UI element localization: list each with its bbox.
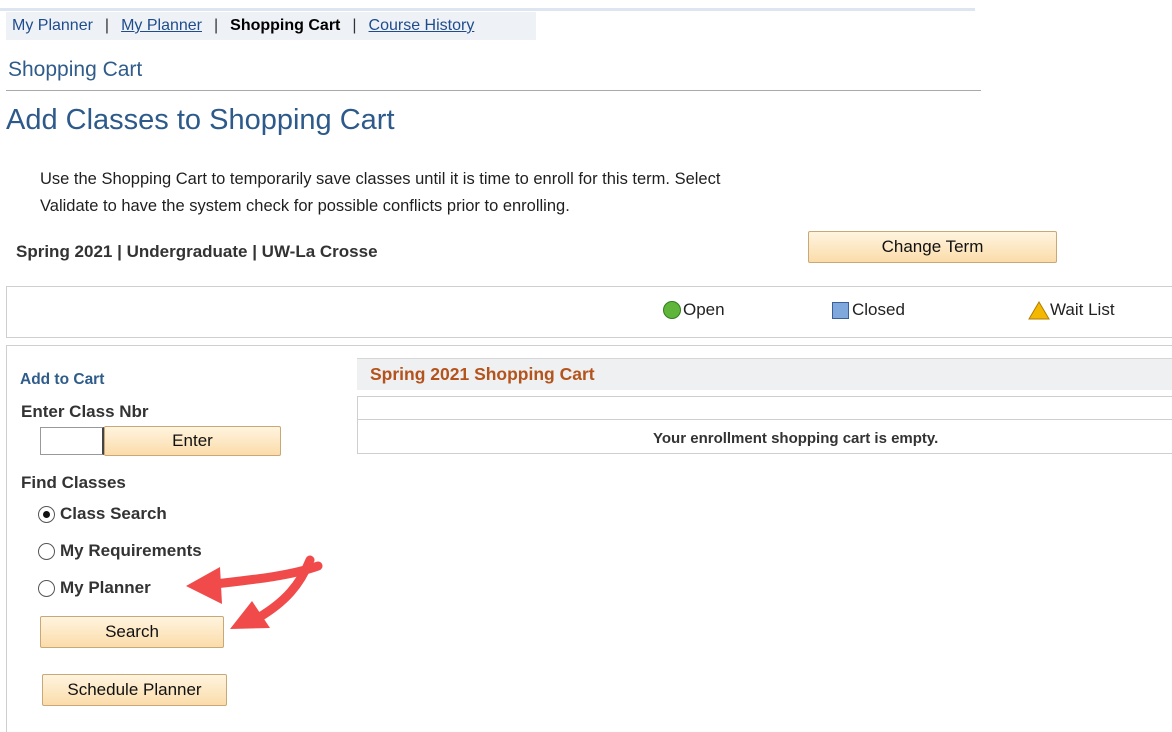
cart-title: Spring 2021 Shopping Cart: [370, 364, 595, 384]
add-to-cart-heading: Add to Cart: [20, 371, 105, 388]
cart-empty-message: Your enrollment shopping cart is empty.: [653, 430, 939, 447]
radio-button[interactable]: [38, 579, 55, 597]
legend-closed: Closed: [832, 300, 905, 320]
term-label: Spring 2021 | Undergraduate | UW-La Cros…: [16, 242, 378, 261]
nav-separator: |: [214, 17, 219, 34]
search-button[interactable]: Search: [40, 616, 224, 648]
intro-line-2: Validate to have the system check for po…: [40, 197, 570, 215]
legend-wait-list: Wait List: [1028, 300, 1115, 320]
nav-course-history[interactable]: Course History: [369, 17, 475, 35]
legend-wait-list-label: Wait List: [1050, 300, 1115, 319]
nav-separator: |: [352, 17, 357, 34]
radio-my-requirements[interactable]: My Requirements: [38, 541, 202, 561]
radio-button-selected[interactable]: [38, 505, 55, 523]
top-navigation: My Planner | My Planner | Shopping Cart …: [6, 12, 536, 40]
radio-my-planner[interactable]: My Planner: [38, 578, 151, 598]
section-title: Shopping Cart: [8, 58, 143, 81]
enter-button[interactable]: Enter: [104, 426, 281, 456]
status-legend: [6, 286, 1172, 338]
find-classes-label: Find Classes: [21, 473, 126, 492]
radio-class-search-label: Class Search: [60, 504, 167, 523]
open-status-icon: [663, 301, 681, 319]
radio-my-planner-label: My Planner: [60, 578, 151, 597]
nav-separator: |: [104, 17, 110, 34]
nav-my-planner[interactable]: My Planner: [12, 17, 93, 35]
class-nbr-input[interactable]: [40, 427, 104, 455]
nav-shopping-cart-current: Shopping Cart: [230, 17, 341, 34]
legend-closed-label: Closed: [852, 300, 905, 319]
top-accent-bar: [0, 8, 975, 11]
section-divider: [6, 90, 981, 91]
legend-open: Open: [663, 300, 725, 320]
radio-my-requirements-label: My Requirements: [60, 541, 202, 560]
change-term-button[interactable]: Change Term: [808, 231, 1057, 263]
intro-text: Use the Shopping Cart to temporarily sav…: [40, 166, 860, 220]
cart-table-header-row: [357, 396, 1172, 420]
wait-list-status-icon: [1028, 300, 1050, 319]
radio-button[interactable]: [38, 542, 55, 560]
radio-class-search[interactable]: Class Search: [38, 504, 167, 524]
schedule-planner-button[interactable]: Schedule Planner: [42, 674, 227, 706]
enter-class-nbr-label: Enter Class Nbr: [21, 402, 149, 421]
nav-my-planner-2[interactable]: My Planner: [121, 17, 202, 35]
legend-open-label: Open: [683, 300, 725, 319]
page-title: Add Classes to Shopping Cart: [6, 104, 395, 136]
closed-status-icon: [832, 301, 849, 319]
intro-line-1: Use the Shopping Cart to temporarily sav…: [40, 170, 721, 188]
